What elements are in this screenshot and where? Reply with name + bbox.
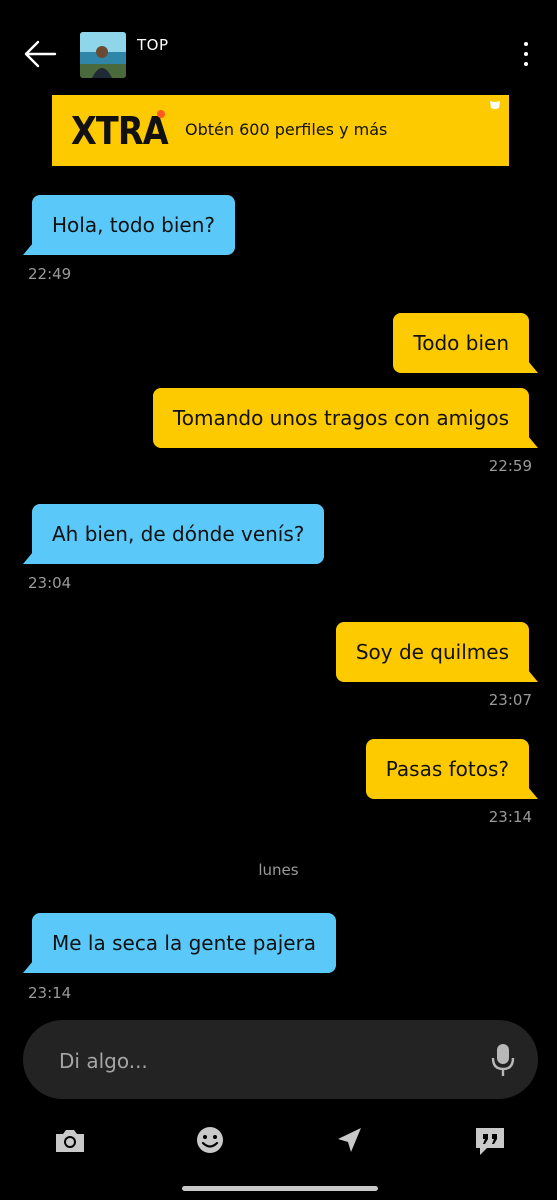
microphone-icon[interactable]	[491, 1042, 515, 1078]
avatar-photo	[80, 32, 126, 78]
message-bubble-outgoing[interactable]: Soy de quilmes	[335, 622, 539, 682]
message-bubble-outgoing[interactable]: Tomando unos tragos con amigos	[152, 388, 539, 448]
message-timestamp: 23:14	[28, 984, 72, 1002]
emoji-button[interactable]	[193, 1124, 227, 1158]
back-button[interactable]	[22, 38, 58, 70]
xtra-promo-banner[interactable]: XTRA Obtén 600 perfiles y más	[52, 95, 509, 166]
contact-name[interactable]: TOP	[137, 36, 169, 54]
message-input[interactable]	[57, 1046, 461, 1076]
arrow-left-icon	[24, 40, 57, 68]
message-bubble-outgoing[interactable]: Pasas fotos?	[365, 739, 539, 799]
message-bubble-incoming[interactable]: Me la seca la gente pajera	[22, 913, 337, 973]
grindr-mask-icon	[490, 101, 500, 109]
promo-text: Obtén 600 perfiles y más	[185, 120, 388, 139]
avatar[interactable]	[80, 32, 126, 78]
xtra-logo-dot	[157, 110, 165, 118]
message-timestamp: 23:14	[488, 808, 532, 826]
camera-button[interactable]	[53, 1124, 87, 1158]
message-timestamp: 23:04	[28, 574, 72, 592]
message-bubble-incoming[interactable]: Hola, todo bien?	[22, 195, 236, 255]
camera-icon	[56, 1130, 84, 1152]
message-composer	[23, 1020, 538, 1099]
message-bubble-outgoing[interactable]: Todo bien	[393, 313, 538, 373]
message-timestamp: 22:59	[488, 457, 532, 475]
more-options-button[interactable]	[516, 40, 536, 70]
xtra-logo: XTRA	[71, 109, 169, 153]
saved-phrases-button[interactable]	[473, 1124, 507, 1158]
day-separator: lunes	[258, 861, 299, 879]
message-bubble-incoming[interactable]: Ah bien, de dónde venís?	[22, 504, 325, 564]
message-timestamp: 22:49	[28, 265, 72, 283]
location-button[interactable]	[332, 1124, 366, 1158]
emoji-icon	[197, 1127, 223, 1153]
message-timestamp: 23:07	[488, 691, 532, 709]
home-indicator[interactable]	[182, 1186, 378, 1191]
quote-bubble-icon	[476, 1128, 504, 1155]
location-arrow-icon	[338, 1128, 361, 1152]
